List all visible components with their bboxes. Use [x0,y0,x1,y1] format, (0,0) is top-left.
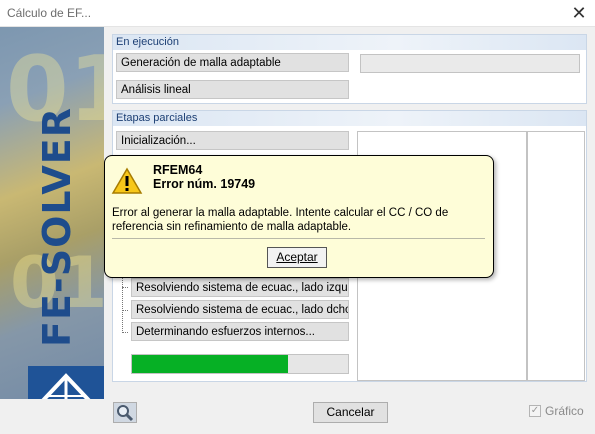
error-dialog: RFEM64 Error núm. 19749 Error al generar… [104,155,494,278]
running-status-box [360,54,580,73]
dialog-app-name: RFEM64 [153,163,203,177]
window-title: Cálculo de EF... [7,6,92,20]
magnifier-icon [117,405,134,422]
graphic-checkbox[interactable]: ✓ [529,405,541,417]
progress-fill [132,355,288,373]
tree-branch [122,287,128,288]
running-item-mesh: Generación de malla adaptable [116,53,349,72]
warning-icon [111,167,143,194]
close-icon[interactable]: ✕ [563,0,595,26]
title-bar: Cálculo de EF... ✕ [0,0,595,27]
dialog-error-code: Error núm. 19749 [153,177,256,191]
dialog-divider [112,238,485,239]
tree-line [122,277,123,333]
bottom-bar: Cancelar ✓ Gráfico [0,399,595,434]
partial-item-left-side: Resolviendo sistema de ecuac., lado izqu… [131,278,349,297]
cancel-button[interactable]: Cancelar [313,402,388,423]
tree-branch [122,310,128,311]
progress-bar [131,354,349,374]
tree-branch [122,332,128,333]
fe-solver-banner: 01 01 FE-SOLVER [0,27,104,422]
ok-button-label: Aceptar [276,250,318,264]
partial-item-right-side: Resolviendo sistema de ecuac., lado dcho… [131,300,349,319]
partial-item-init: Inicialización... [116,131,349,150]
banner-title: FE-SOLVER [35,107,79,347]
running-item-linear: Análisis lineal [116,80,349,99]
ok-button[interactable]: Aceptar [267,247,327,268]
dialog-message: Error al generar la malla adaptable. Int… [112,207,449,233]
partial-item-internal-forces: Determinando esfuerzos internos... [131,322,349,341]
running-section-title: En ejecución [113,35,586,50]
partial-section-title: Etapas parciales [113,111,586,126]
graphic-label: Gráfico [545,404,584,418]
details-button[interactable] [113,402,137,423]
partial-details-box-2 [527,131,585,381]
